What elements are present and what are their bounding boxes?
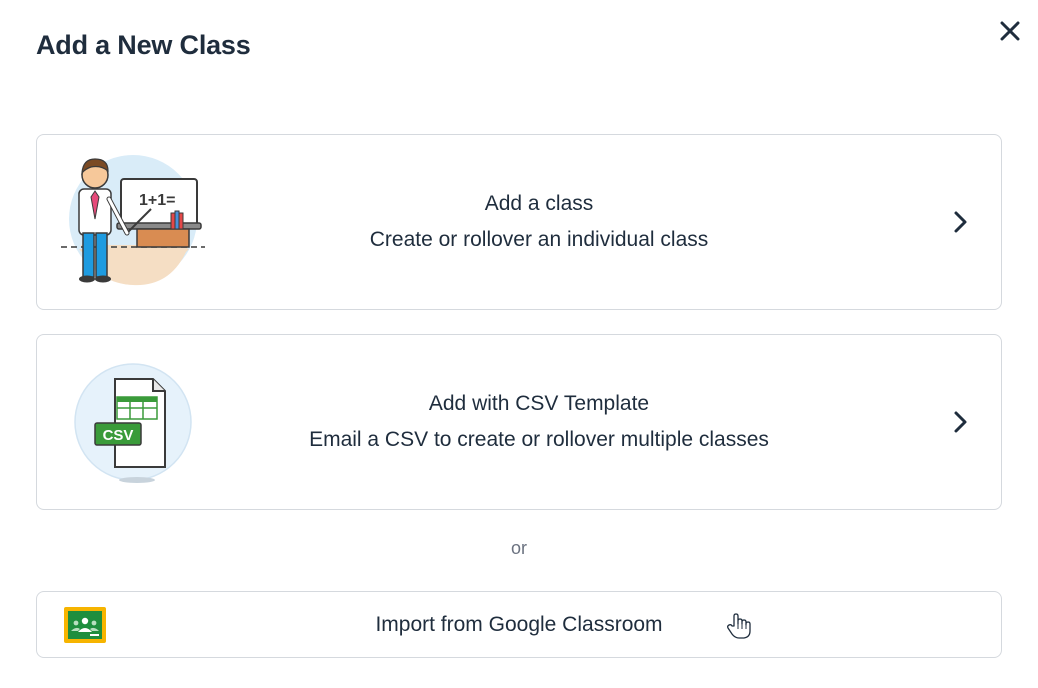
add-csv-text: Add with CSV Template Email a CSV to cre…: [237, 335, 841, 509]
option-title: Add with CSV Template: [428, 392, 650, 415]
option-subtitle: Create or rollover an individual class: [369, 228, 709, 251]
add-csv-option[interactable]: CSV Add with CSV Template Email a CSV to…: [36, 334, 1002, 510]
add-class-option[interactable]: 1+1= Add a class Create or rollover an i…: [36, 134, 1002, 310]
csv-badge: CSV: [103, 427, 134, 444]
board-text: 1+1=: [139, 192, 175, 209]
chevron-right-icon[interactable]: [949, 205, 973, 239]
add-class-dialog: Add a New Class 1+1= Add a class Create …: [0, 0, 1038, 688]
csv-file-illustration: CSV: [61, 349, 211, 499]
option-subtitle: Email a CSV to create or rollover multip…: [309, 428, 769, 451]
google-classroom-label: Import from Google Classroom: [375, 612, 663, 636]
option-title: Add a class: [484, 192, 594, 215]
chevron-right-icon[interactable]: [949, 405, 973, 439]
dialog-title: Add a New Class: [36, 30, 251, 60]
teacher-illustration: 1+1=: [61, 149, 211, 299]
import-google-classroom-button[interactable]: Import from Google Classroom: [36, 591, 1002, 658]
add-class-text: Add a class Create or rollover an indivi…: [237, 135, 841, 309]
or-divider: or: [510, 538, 527, 558]
close-icon[interactable]: [994, 15, 1026, 47]
hand-cursor-icon: [726, 612, 752, 640]
